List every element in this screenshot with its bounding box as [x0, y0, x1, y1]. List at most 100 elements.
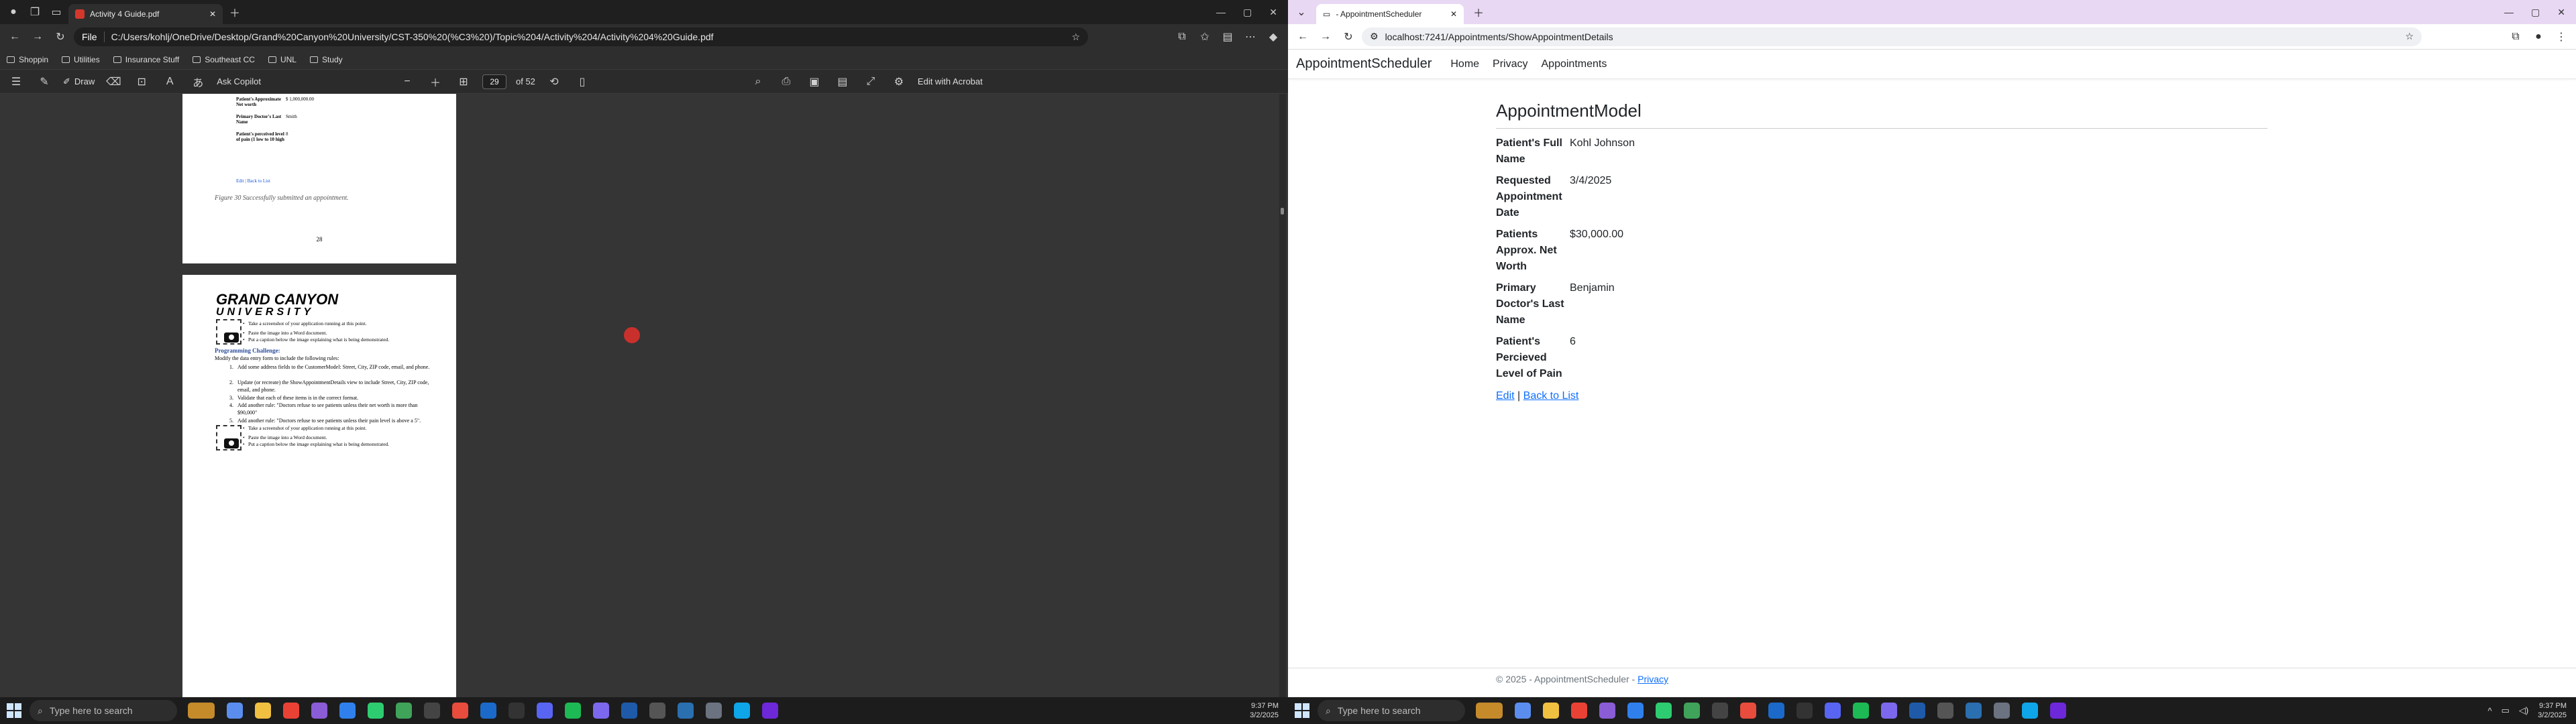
app-icon[interactable] — [678, 703, 694, 719]
app-icon[interactable] — [1656, 703, 1672, 719]
contents-icon[interactable]: ☰ — [7, 72, 25, 91]
nav-appointments[interactable]: Appointments — [1542, 58, 1607, 70]
app-icon[interactable] — [1684, 703, 1700, 719]
windows-start-icon[interactable] — [1295, 703, 1309, 718]
close-window-icon[interactable]: ✕ — [1269, 7, 1277, 18]
fullscreen-icon[interactable]: ⤢ — [861, 72, 880, 91]
profile-icon[interactable]: ● — [2529, 27, 2548, 46]
app-icon[interactable] — [1796, 703, 1813, 719]
taskbar-search[interactable]: ⌕ Type here to search — [30, 700, 177, 721]
edge-icon[interactable] — [734, 703, 750, 719]
vscode-icon[interactable] — [1627, 703, 1644, 719]
save-icon[interactable]: ▣ — [805, 72, 824, 91]
spotify-icon[interactable] — [565, 703, 581, 719]
widgets-icon[interactable] — [188, 703, 215, 719]
app-icon[interactable] — [452, 703, 468, 719]
extensions-icon[interactable]: ⧉ — [1173, 27, 1191, 46]
bookmark-item[interactable]: Shoppin — [7, 55, 48, 64]
menu-icon[interactable]: ⋮ — [2552, 27, 2571, 46]
draw-button[interactable]: ✐ Draw — [63, 76, 95, 87]
close-tab-icon[interactable]: ✕ — [1450, 9, 1457, 19]
app-icon[interactable] — [1994, 703, 2010, 719]
refresh-icon[interactable]: ↻ — [1339, 27, 1358, 46]
favorite-star-icon[interactable]: ☆ — [1071, 32, 1080, 43]
app-icon[interactable] — [1881, 703, 1897, 719]
zoom-out-icon[interactable]: − — [398, 72, 417, 91]
tab-appointment-scheduler[interactable]: ▭ - AppointmentScheduler ✕ — [1316, 4, 1464, 24]
steam-icon[interactable] — [1768, 703, 1784, 719]
maximize-icon[interactable]: ▢ — [2531, 7, 2540, 18]
erase-icon[interactable]: ⌫ — [104, 72, 123, 91]
page-view-icon[interactable]: ▯ — [573, 72, 592, 91]
tab-pdf[interactable]: Activity 4 Guide.pdf ✕ — [68, 4, 223, 24]
app-icon[interactable] — [424, 703, 440, 719]
workspaces-icon[interactable]: ❐ — [25, 3, 44, 21]
address-bar[interactable]: ⚙ localhost:7241/Appointments/ShowAppoin… — [1362, 27, 2422, 46]
app-icon[interactable] — [1515, 703, 1531, 719]
app-icon[interactable] — [1712, 703, 1728, 719]
nav-home[interactable]: Home — [1450, 58, 1479, 70]
app-icon[interactable] — [2050, 703, 2066, 719]
zoom-in-icon[interactable]: ＋ — [426, 72, 445, 91]
maximize-icon[interactable]: ▢ — [1243, 7, 1252, 18]
pdf-viewer[interactable]: Patient's Approximate Net worth $ 1,000,0… — [0, 94, 1288, 697]
new-tab-icon[interactable]: ＋ — [1469, 3, 1488, 21]
windows-start-icon[interactable] — [7, 703, 21, 718]
chrome-icon[interactable] — [283, 703, 299, 719]
rotate-icon[interactable]: ⟲ — [545, 72, 564, 91]
widgets-icon[interactable] — [1476, 703, 1503, 719]
fit-page-icon[interactable]: ⊞ — [454, 72, 473, 91]
translate-icon[interactable]: あ — [189, 72, 207, 91]
edit-with-acrobat-button[interactable]: Edit with Acrobat — [918, 76, 983, 86]
app-icon[interactable] — [508, 703, 525, 719]
app-icon[interactable] — [1937, 703, 1953, 719]
discord-icon[interactable] — [537, 703, 553, 719]
refresh-icon[interactable]: ↻ — [51, 27, 70, 46]
bookmark-item[interactable]: Southeast CC — [193, 55, 255, 64]
app-icon[interactable] — [649, 703, 665, 719]
scrollbar-thumb[interactable] — [1281, 208, 1284, 215]
collections-icon[interactable]: ▤ — [1218, 27, 1237, 46]
app-icon[interactable] — [368, 703, 384, 719]
taskbar-search[interactable]: ⌕ Type here to search — [1318, 700, 1465, 721]
tab-actions-icon[interactable]: ▭ — [47, 3, 66, 21]
spotify-icon[interactable] — [1853, 703, 1869, 719]
app-icon[interactable] — [1740, 703, 1756, 719]
forward-icon[interactable]: → — [28, 27, 47, 46]
print-icon[interactable]: ⎙ — [777, 72, 796, 91]
word-icon[interactable] — [621, 703, 637, 719]
bookmark-item[interactable]: Utilities — [62, 55, 100, 64]
file-explorer-icon[interactable] — [255, 703, 271, 719]
back-icon[interactable]: ← — [1293, 27, 1312, 46]
save-as-icon[interactable]: ▤ — [833, 72, 852, 91]
acrobat-icon[interactable] — [624, 327, 640, 343]
page-number-input[interactable]: 29 — [482, 74, 506, 89]
minimize-icon[interactable]: — — [2504, 7, 2514, 18]
app-icon[interactable] — [593, 703, 609, 719]
profile-icon[interactable]: ● — [4, 3, 23, 21]
extensions-icon[interactable]: ⧉ — [2506, 27, 2525, 46]
brand-link[interactable]: AppointmentScheduler — [1296, 56, 1432, 72]
site-info-icon[interactable]: ⚙ — [1370, 31, 1379, 42]
search-icon[interactable]: ⌕ — [749, 72, 767, 91]
file-explorer-icon[interactable] — [1543, 703, 1559, 719]
discord-icon[interactable] — [1825, 703, 1841, 719]
chevron-up-icon[interactable]: ^ — [2487, 706, 2491, 716]
close-window-icon[interactable]: ✕ — [2557, 7, 2565, 18]
bookmark-item[interactable]: UNL — [268, 55, 297, 64]
nav-privacy[interactable]: Privacy — [1493, 58, 1527, 70]
visual-studio-icon[interactable] — [1599, 703, 1615, 719]
word-icon[interactable] — [1909, 703, 1925, 719]
network-icon[interactable]: ▭ — [2502, 705, 2510, 716]
steam-icon[interactable] — [480, 703, 496, 719]
chrome-icon[interactable] — [1571, 703, 1587, 719]
footer-privacy-link[interactable]: Privacy — [1638, 674, 1668, 684]
edit-link[interactable]: Edit — [1496, 390, 1515, 402]
address-bar[interactable]: File C:/Users/kohlj/OneDrive/Desktop/Gra… — [74, 27, 1088, 46]
app-icon[interactable] — [227, 703, 243, 719]
read-aloud-icon[interactable]: A — [160, 72, 179, 91]
favorites-icon[interactable]: ✩ — [1195, 27, 1214, 46]
vscode-icon[interactable] — [339, 703, 356, 719]
copilot-icon[interactable]: ◆ — [1264, 27, 1283, 46]
app-icon[interactable] — [706, 703, 722, 719]
